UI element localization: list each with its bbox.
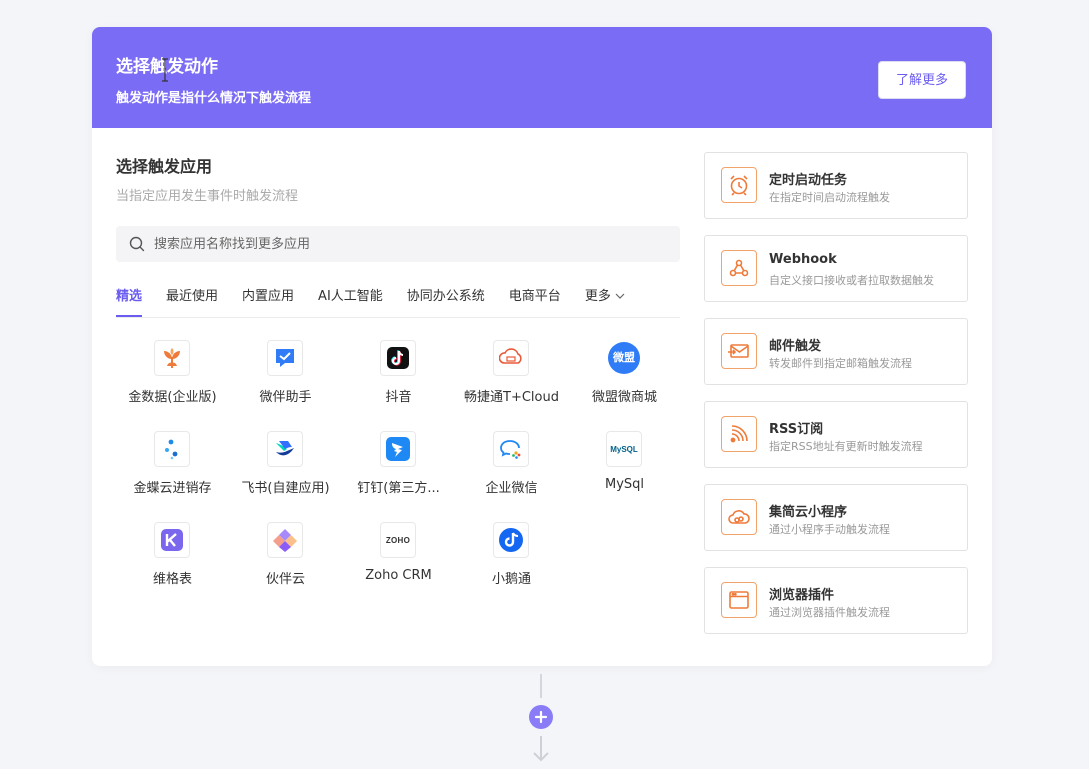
app-item-douyin[interactable]: 抖音	[342, 340, 455, 420]
app-name: 抖音	[385, 390, 412, 405]
app-name: 微盟微商城	[591, 390, 657, 405]
trigger-email[interactable]: 邮件触发 转发邮件到指定邮箱触发流程	[704, 318, 968, 385]
app-item-jinshuju[interactable]: 金数据(企业版)	[116, 340, 229, 420]
search-box	[116, 226, 680, 262]
trigger-rss[interactable]: RSS订阅 指定RSS地址有更新时触发流程	[704, 401, 968, 468]
section-subtitle: 当指定应用发生事件时触发流程	[116, 189, 299, 204]
app-name: 伙伴云	[265, 572, 305, 587]
app-name: Zoho CRM	[365, 568, 432, 583]
feishu-icon	[267, 431, 303, 467]
app-item-weimob[interactable]: 微盟 微盟微商城	[568, 340, 681, 420]
tab-recent[interactable]: 最近使用	[166, 284, 218, 316]
app-item-wecom[interactable]: 企业微信	[455, 431, 568, 511]
zoho-icon-label: ZOHO	[385, 535, 411, 545]
trigger-title: 集简云小程序	[769, 505, 848, 520]
tab-more[interactable]: 更多	[585, 284, 625, 316]
trigger-desc: 通过小程序手动触发流程	[769, 523, 890, 536]
app-item-zoho[interactable]: ZOHO Zoho CRM	[342, 522, 455, 602]
app-item-feishu[interactable]: 飞书(自建应用)	[229, 431, 342, 511]
learn-more-button[interactable]: 了解更多	[878, 61, 966, 99]
add-step-button[interactable]	[529, 705, 553, 729]
chevron-down-icon	[615, 293, 625, 299]
mysql-icon-label: MySQL	[610, 444, 638, 454]
app-name: 飞书(自建应用)	[241, 481, 330, 496]
tab-ai[interactable]: AI人工智能	[318, 284, 383, 316]
trigger-desc: 转发邮件到指定邮箱触发流程	[769, 357, 912, 370]
jinshuju-icon	[154, 340, 190, 376]
tab-label: AI人工智能	[318, 289, 383, 304]
trigger-desc: 自定义接口接收或者拉取数据触发	[769, 274, 934, 287]
tab-label: 电商平台	[508, 289, 561, 304]
app-item-huoban[interactable]: 伙伴云	[229, 522, 342, 602]
cloud-icon	[721, 499, 757, 535]
app-item-weiban[interactable]: 微伴助手	[229, 340, 342, 420]
tab-label: 精选	[116, 289, 143, 304]
wecom-icon	[493, 431, 529, 467]
app-item-xiaoetong[interactable]: 小鹅通	[455, 522, 568, 602]
tab-label: 内置应用	[242, 289, 295, 304]
app-name: 小鹅通	[491, 572, 531, 587]
trigger-desc: 在指定时间启动流程触发	[769, 191, 890, 204]
vika-icon	[154, 522, 190, 558]
trigger-desc: 通过浏览器插件触发流程	[769, 606, 890, 619]
trigger-title: RSS订阅	[769, 422, 824, 437]
plus-icon	[534, 710, 548, 724]
weimob-icon: 微盟	[606, 340, 642, 376]
webhook-icon	[721, 250, 757, 286]
app-item-vika[interactable]: 维格表	[116, 522, 229, 602]
trigger-mini-program[interactable]: 集简云小程序 通过小程序手动触发流程	[704, 484, 968, 551]
trigger-webhook[interactable]: Webhook 自定义接口接收或者拉取数据触发	[704, 235, 968, 302]
header-banner: 选择触发动作 触发动作是指什么情况下触发流程 了解更多	[92, 27, 992, 128]
tab-office[interactable]: 协同办公系统	[407, 284, 485, 316]
alarm-clock-icon	[721, 167, 757, 203]
weimob-icon-label: 微盟	[608, 342, 640, 374]
app-name: 微伴助手	[259, 390, 312, 405]
app-item-mysql[interactable]: MySQL MySql	[568, 431, 681, 511]
trigger-title: Webhook	[769, 252, 837, 267]
app-name: 钉钉(第三方...	[357, 481, 440, 496]
app-name: 金数据(企业版)	[128, 390, 217, 405]
app-item-dingtalk[interactable]: 钉钉(第三方...	[342, 431, 455, 511]
trigger-selector-card: 选择触发动作 触发动作是指什么情况下触发流程 了解更多 选择触发应用 当指定应用…	[92, 27, 992, 666]
category-tabs: 精选 最近使用 内置应用 AI人工智能 协同办公系统 电商平台 更多	[116, 284, 680, 318]
trigger-title: 浏览器插件	[769, 588, 835, 603]
dingtalk-icon	[380, 431, 416, 467]
kingdee-icon	[154, 431, 190, 467]
app-name: 企业微信	[485, 481, 538, 496]
arrow-down-icon	[533, 736, 549, 762]
app-item-kingdee[interactable]: 金蝶云进销存	[116, 431, 229, 511]
app-name: 畅捷通T+Cloud	[464, 390, 559, 405]
trigger-schedule[interactable]: 定时启动任务 在指定时间启动流程触发	[704, 152, 968, 219]
trigger-browser-plugin[interactable]: 浏览器插件 通过浏览器插件触发流程	[704, 567, 968, 634]
trigger-title: 邮件触发	[769, 339, 822, 354]
xiaoetong-icon	[493, 522, 529, 558]
app-name: MySql	[604, 477, 645, 492]
rss-icon	[721, 416, 757, 452]
weiban-icon	[267, 340, 303, 376]
tab-label: 协同办公系统	[406, 289, 485, 304]
page-subtitle: 触发动作是指什么情况下触发流程	[116, 91, 312, 106]
mail-icon	[721, 333, 757, 369]
tab-label: 最近使用	[166, 289, 219, 304]
mysql-icon: MySQL	[606, 431, 642, 467]
huoban-icon	[267, 522, 303, 558]
trigger-desc: 指定RSS地址有更新时触发流程	[769, 440, 923, 453]
text-cursor-icon	[162, 58, 168, 82]
tab-builtin[interactable]: 内置应用	[242, 284, 294, 316]
tab-featured[interactable]: 精选	[116, 284, 143, 317]
app-item-chanjet[interactable]: 畅捷通T+Cloud	[455, 340, 568, 420]
section-title: 选择触发应用	[116, 157, 213, 176]
app-name: 维格表	[152, 572, 192, 587]
zoho-icon: ZOHO	[380, 522, 416, 558]
trigger-title: 定时启动任务	[769, 173, 848, 188]
browser-icon	[721, 582, 757, 618]
flow-connector-line	[540, 674, 542, 698]
app-name: 金蝶云进销存	[133, 481, 212, 496]
tab-ecommerce[interactable]: 电商平台	[509, 284, 561, 316]
tab-label: 更多	[584, 289, 611, 304]
douyin-icon	[380, 340, 416, 376]
search-icon	[129, 236, 145, 252]
search-input[interactable]	[154, 226, 664, 262]
chanjet-icon	[493, 340, 529, 376]
